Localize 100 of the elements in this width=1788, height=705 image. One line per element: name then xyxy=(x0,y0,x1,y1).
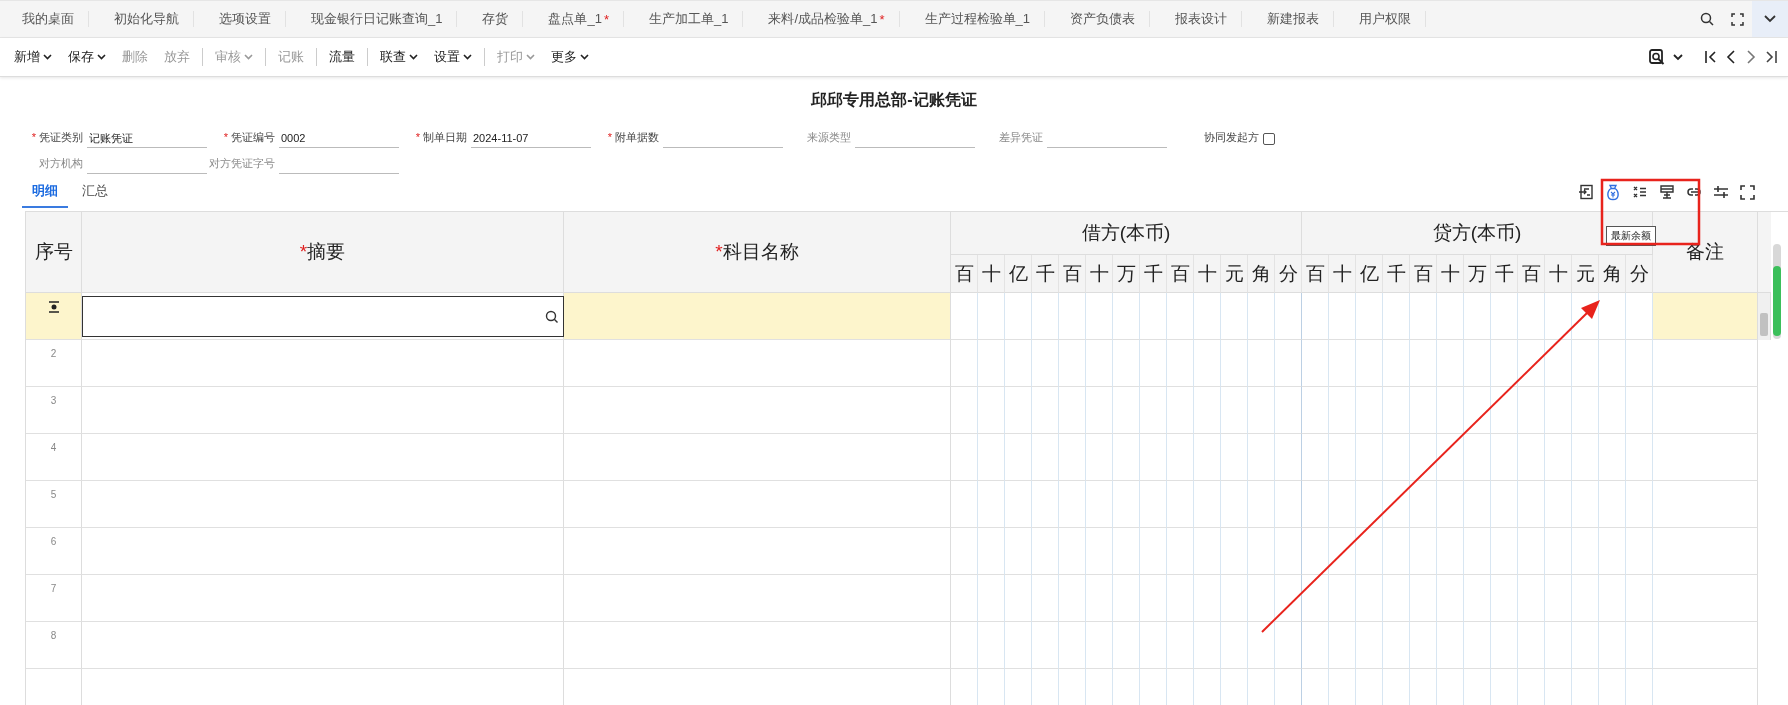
table-cell xyxy=(1356,434,1383,481)
table-cell xyxy=(1194,434,1221,481)
digit-header: 元 xyxy=(1221,255,1248,293)
table-cell xyxy=(1599,387,1626,434)
table-cell xyxy=(1059,340,1086,387)
table-cell xyxy=(1221,481,1248,528)
row-number: 3 xyxy=(50,395,57,406)
table-cell xyxy=(1599,340,1626,387)
table-cell xyxy=(951,528,978,575)
table-cell xyxy=(1005,575,1032,622)
table-cell xyxy=(1302,622,1329,669)
table-cell xyxy=(1113,293,1140,340)
table-cell xyxy=(1572,528,1599,575)
table-cell xyxy=(1302,528,1329,575)
tab[interactable]: 我的桌面 xyxy=(8,11,89,27)
table-cell xyxy=(1491,622,1518,669)
table-cell xyxy=(1356,481,1383,528)
table-cell xyxy=(1464,340,1491,387)
layout-icon[interactable] xyxy=(1657,182,1677,202)
table-cell xyxy=(1329,434,1356,481)
table-cell xyxy=(1275,528,1302,575)
view-tab[interactable]: 明细 xyxy=(22,176,68,208)
digit-header: 百 xyxy=(951,255,978,293)
table-cell xyxy=(1329,293,1356,340)
table-cell xyxy=(1437,481,1464,528)
tab[interactable]: 初始化导航 xyxy=(100,11,194,27)
table-cell xyxy=(1140,387,1167,434)
row-number: 2 xyxy=(50,348,57,359)
table-cell xyxy=(978,528,1005,575)
tooltip: 最新余额 xyxy=(1606,226,1656,246)
tab[interactable]: 选项设置 xyxy=(205,11,286,27)
digit-header: 元 xyxy=(1572,255,1599,293)
insert-row-icon[interactable] xyxy=(47,301,60,313)
tab[interactable]: 生产加工单_1 xyxy=(635,11,744,27)
table-cell xyxy=(1059,434,1086,481)
toolbar-button[interactable]: 保存 xyxy=(60,48,114,66)
table-cell xyxy=(1248,622,1275,669)
digit-header: 千 xyxy=(1032,255,1059,293)
tab[interactable]: 报表设计 xyxy=(1161,11,1243,27)
caret-icon xyxy=(580,54,589,60)
table-cell xyxy=(1437,340,1464,387)
table-cell xyxy=(1518,528,1545,575)
table-cell xyxy=(1626,387,1653,434)
column-header: 序号 xyxy=(26,212,82,293)
input-field[interactable]: 0002 xyxy=(279,132,399,148)
table-cell xyxy=(1410,434,1437,481)
table-cell xyxy=(1410,340,1437,387)
table-cell xyxy=(1410,528,1437,575)
table-cell xyxy=(951,387,978,434)
table-cell xyxy=(1464,575,1491,622)
column-header: *摘要 xyxy=(82,212,564,293)
tab[interactable]: 新建报表 xyxy=(1253,11,1335,27)
digit-header: 千 xyxy=(1491,255,1518,293)
tab[interactable]: 资产负债表 xyxy=(1056,11,1151,27)
scrollbar[interactable] xyxy=(1758,293,1771,340)
digit-header: 角 xyxy=(1599,255,1626,293)
tab[interactable]: 用户权限 xyxy=(1345,11,1427,27)
chevron-down-icon[interactable] xyxy=(1752,1,1788,37)
view-tab[interactable]: 汇总 xyxy=(72,176,118,208)
toolbar-button[interactable]: 更多 xyxy=(543,48,597,66)
tab[interactable]: 现金银行日记账查询_1 xyxy=(297,11,458,27)
tab[interactable]: 来料/成品检验单_1* xyxy=(754,11,900,27)
table-cell xyxy=(1572,340,1599,387)
table-cell xyxy=(1491,434,1518,481)
table-cell xyxy=(1437,387,1464,434)
table-cell xyxy=(1248,481,1275,528)
input-field[interactable]: 2024-11-07 xyxy=(471,132,591,148)
toolbar-button[interactable]: 设置 xyxy=(426,48,480,66)
table-cell xyxy=(1329,481,1356,528)
digit-header: 千 xyxy=(1140,255,1167,293)
search-icon[interactable] xyxy=(545,309,559,324)
tab[interactable]: 存货 xyxy=(468,11,524,27)
toolbar-button[interactable]: 联查 xyxy=(367,48,426,66)
table-cell xyxy=(1383,622,1410,669)
toolbar-button[interactable]: 流量 xyxy=(316,48,363,66)
table-cell xyxy=(1356,622,1383,669)
tab[interactable]: 生产过程检验单_1 xyxy=(910,11,1046,27)
table-cell xyxy=(1086,434,1113,481)
table-cell xyxy=(1464,528,1491,575)
field-label: 对方凭证字号 xyxy=(209,156,275,171)
row-number: 6 xyxy=(50,536,57,547)
table-cell xyxy=(1194,387,1221,434)
table-cell xyxy=(1464,387,1491,434)
input-field[interactable]: 记账凭证 xyxy=(87,132,207,148)
digit-header: 亿 xyxy=(1356,255,1383,293)
table-cell xyxy=(1356,387,1383,434)
tab[interactable]: 盘点单_1* xyxy=(534,11,624,27)
table-cell xyxy=(1383,434,1410,481)
toolbar-button[interactable]: 新增 xyxy=(6,48,60,66)
scrollbar[interactable] xyxy=(1773,244,1781,339)
table-cell xyxy=(1410,622,1437,669)
table-cell xyxy=(1383,293,1410,340)
fullscreen-icon[interactable] xyxy=(1738,182,1757,202)
table-cell xyxy=(1113,622,1140,669)
caret-icon xyxy=(244,54,253,60)
table-cell xyxy=(1518,387,1545,434)
checkbox[interactable] xyxy=(1263,133,1275,145)
document-icon[interactable] xyxy=(1576,182,1596,202)
table-cell xyxy=(1329,575,1356,622)
digit-header: 百 xyxy=(1167,255,1194,293)
